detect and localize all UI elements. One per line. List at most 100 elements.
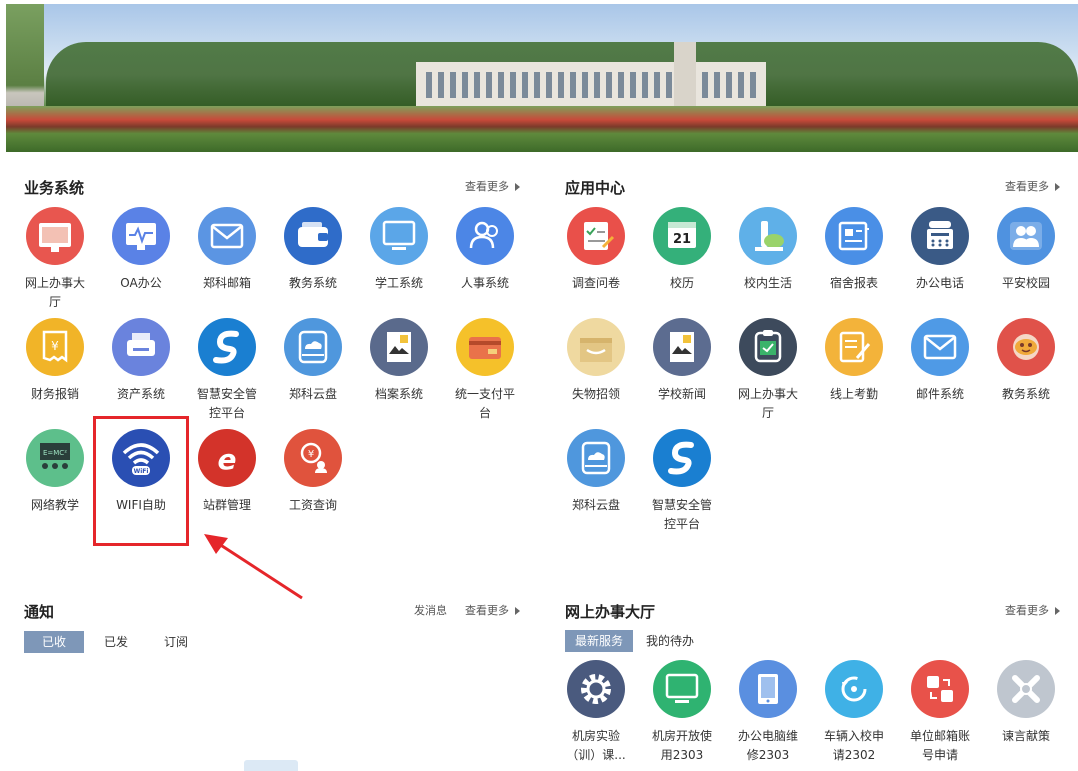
business-app-label: 郑科云盘 (288, 387, 337, 401)
hall-app-label: 车辆入校申请2302 (823, 729, 884, 762)
appcenter-app-label: 失物招领 (571, 387, 620, 401)
business-app-tile[interactable]: 学工系统 (356, 207, 442, 293)
appcenter-app-tile[interactable]: 线上考勤 (811, 318, 897, 404)
life-icon (739, 207, 797, 265)
browser-grid-icon (26, 207, 84, 265)
wallet-icon (284, 207, 342, 265)
hall-more-link[interactable]: 查看更多 (1005, 602, 1060, 618)
business-app-tile[interactable]: 智慧安全管控平台 (184, 318, 270, 423)
gear-icon (567, 660, 625, 718)
monitor-pulse-icon (112, 207, 170, 265)
appcenter-app-tile[interactable]: 教务系统 (983, 318, 1069, 404)
annotation-arrow (204, 534, 303, 600)
appcenter-app-label: 宿舍报表 (829, 276, 878, 290)
phone-icon (911, 207, 969, 265)
tab-latest-services[interactable]: 最新服务 (565, 630, 634, 652)
business-app-tile[interactable]: 资产系统 (98, 318, 184, 404)
svg-text:¥: ¥ (51, 339, 59, 353)
appcenter-app-tile[interactable]: 郑科云盘 (553, 429, 639, 515)
hall-app-tile[interactable]: 机房开放使用2303 (639, 660, 725, 765)
hall-app-label: 机房实验（训）课... (566, 729, 626, 762)
business-app-tile[interactable]: OA办公 (98, 207, 184, 293)
appcenter-app-tile[interactable]: 21 校历 (639, 207, 725, 293)
calendar-icon: 21 (653, 207, 711, 265)
appcenter-app-tile[interactable]: 调查问卷 (553, 207, 639, 293)
appcenter-app-label: 智慧安全管控平台 (651, 498, 712, 531)
chevron-right-icon (1055, 607, 1060, 615)
business-app-tile[interactable]: e 站群管理 (184, 429, 270, 515)
empty-state-image (244, 760, 298, 771)
appcenter-app-tile[interactable]: 宿舍报表 (811, 207, 897, 293)
business-app-tile[interactable]: 人事系统 (442, 207, 528, 293)
tab-sent[interactable]: 已发 (92, 631, 140, 653)
refresh-icon (825, 660, 883, 718)
hall-app-tile[interactable]: 单位邮箱账号申请 (897, 660, 983, 765)
monitor-icon (370, 207, 428, 265)
printer-icon (112, 318, 170, 376)
campus-banner[interactable] (6, 4, 1078, 152)
business-more-link[interactable]: 查看更多 (465, 178, 520, 194)
svg-text:e: e (218, 443, 237, 476)
card-icon (456, 318, 514, 376)
notice-title: 通知 (24, 603, 55, 621)
appcenter-app-label: 线上考勤 (829, 387, 878, 401)
appcenter-app-label: 校内生活 (743, 276, 792, 290)
business-app-tile[interactable]: E=MC² 网络教学 (12, 429, 98, 515)
banner-tower (674, 42, 696, 106)
box-icon (567, 318, 625, 376)
appcenter-app-tile[interactable]: 办公电话 (897, 207, 983, 293)
business-app-tile[interactable]: 郑科邮箱 (184, 207, 270, 293)
appcenter-title: 应用中心 (565, 179, 626, 197)
business-app-tile[interactable]: ¥ 工资查询 (270, 429, 356, 515)
hall-app-label: 谏言献策 (1001, 729, 1050, 743)
tablet-icon (739, 660, 797, 718)
survey-icon (567, 207, 625, 265)
appcenter-app-label: 平安校园 (1001, 276, 1050, 290)
tab-received[interactable]: 已收 (24, 631, 85, 653)
newspaper-icon (825, 207, 883, 265)
s-logo-icon (198, 318, 256, 376)
appcenter-app-label: 邮件系统 (915, 387, 964, 401)
hall-app-tile[interactable]: 谏言献策 (983, 660, 1069, 746)
clipboard-check-icon (739, 318, 797, 376)
cloud-drive-icon (567, 429, 625, 487)
business-app-label: 郑科邮箱 (202, 276, 251, 290)
business-app-label: 网上办事大厅 (24, 276, 85, 309)
appcenter-app-tile[interactable]: 邮件系统 (897, 318, 983, 404)
puzzle-icon (997, 660, 1055, 718)
appcenter-app-label: 调查问卷 (571, 276, 620, 290)
appcenter-app-tile[interactable]: 校内生活 (725, 207, 811, 293)
hall-app-tile[interactable]: 机房实验（训）课... (553, 660, 639, 765)
appcenter-app-tile[interactable]: 平安校园 (983, 207, 1069, 293)
business-app-tile[interactable]: 教务系统 (270, 207, 356, 293)
mask-icon (997, 318, 1055, 376)
business-app-tile[interactable]: 档案系统 (356, 318, 442, 404)
banner-pagination[interactable] (496, 144, 596, 148)
monitor-icon (653, 660, 711, 718)
hall-app-tile[interactable]: 办公电脑维修2303 (725, 660, 811, 765)
notice-more-link[interactable]: 查看更多 (465, 602, 520, 618)
svg-text:¥: ¥ (308, 449, 314, 460)
svg-text:E=MC²: E=MC² (43, 449, 67, 457)
hall-app-tile[interactable]: 车辆入校申请2302 (811, 660, 897, 765)
tab-subscribe[interactable]: 订阅 (152, 631, 200, 653)
appcenter-more-link[interactable]: 查看更多 (1005, 178, 1060, 194)
business-app-tile[interactable]: ¥ 财务报销 (12, 318, 98, 404)
envelope-icon (911, 318, 969, 376)
appcenter-app-tile[interactable]: 网上办事大厅 (725, 318, 811, 423)
tab-my-todo[interactable]: 我的待办 (636, 630, 704, 652)
appcenter-app-tile[interactable]: 学校新闻 (639, 318, 725, 404)
appcenter-app-label: 教务系统 (1001, 387, 1050, 401)
business-app-tile[interactable]: 郑科云盘 (270, 318, 356, 404)
business-app-label: 智慧安全管控平台 (196, 387, 257, 420)
envelope-icon (198, 207, 256, 265)
business-app-tile[interactable]: 网上办事大厅 (12, 207, 98, 312)
business-app-label: 网络教学 (30, 498, 79, 512)
appcenter-app-label: 学校新闻 (657, 387, 706, 401)
appcenter-app-tile[interactable]: 智慧安全管控平台 (639, 429, 725, 534)
send-message-link[interactable]: 发消息 (414, 602, 447, 618)
appcenter-app-tile[interactable]: 失物招领 (553, 318, 639, 404)
business-app-tile[interactable]: 统一支付平台 (442, 318, 528, 423)
svg-text:21: 21 (673, 232, 691, 247)
business-app-label: 学工系统 (374, 276, 423, 290)
